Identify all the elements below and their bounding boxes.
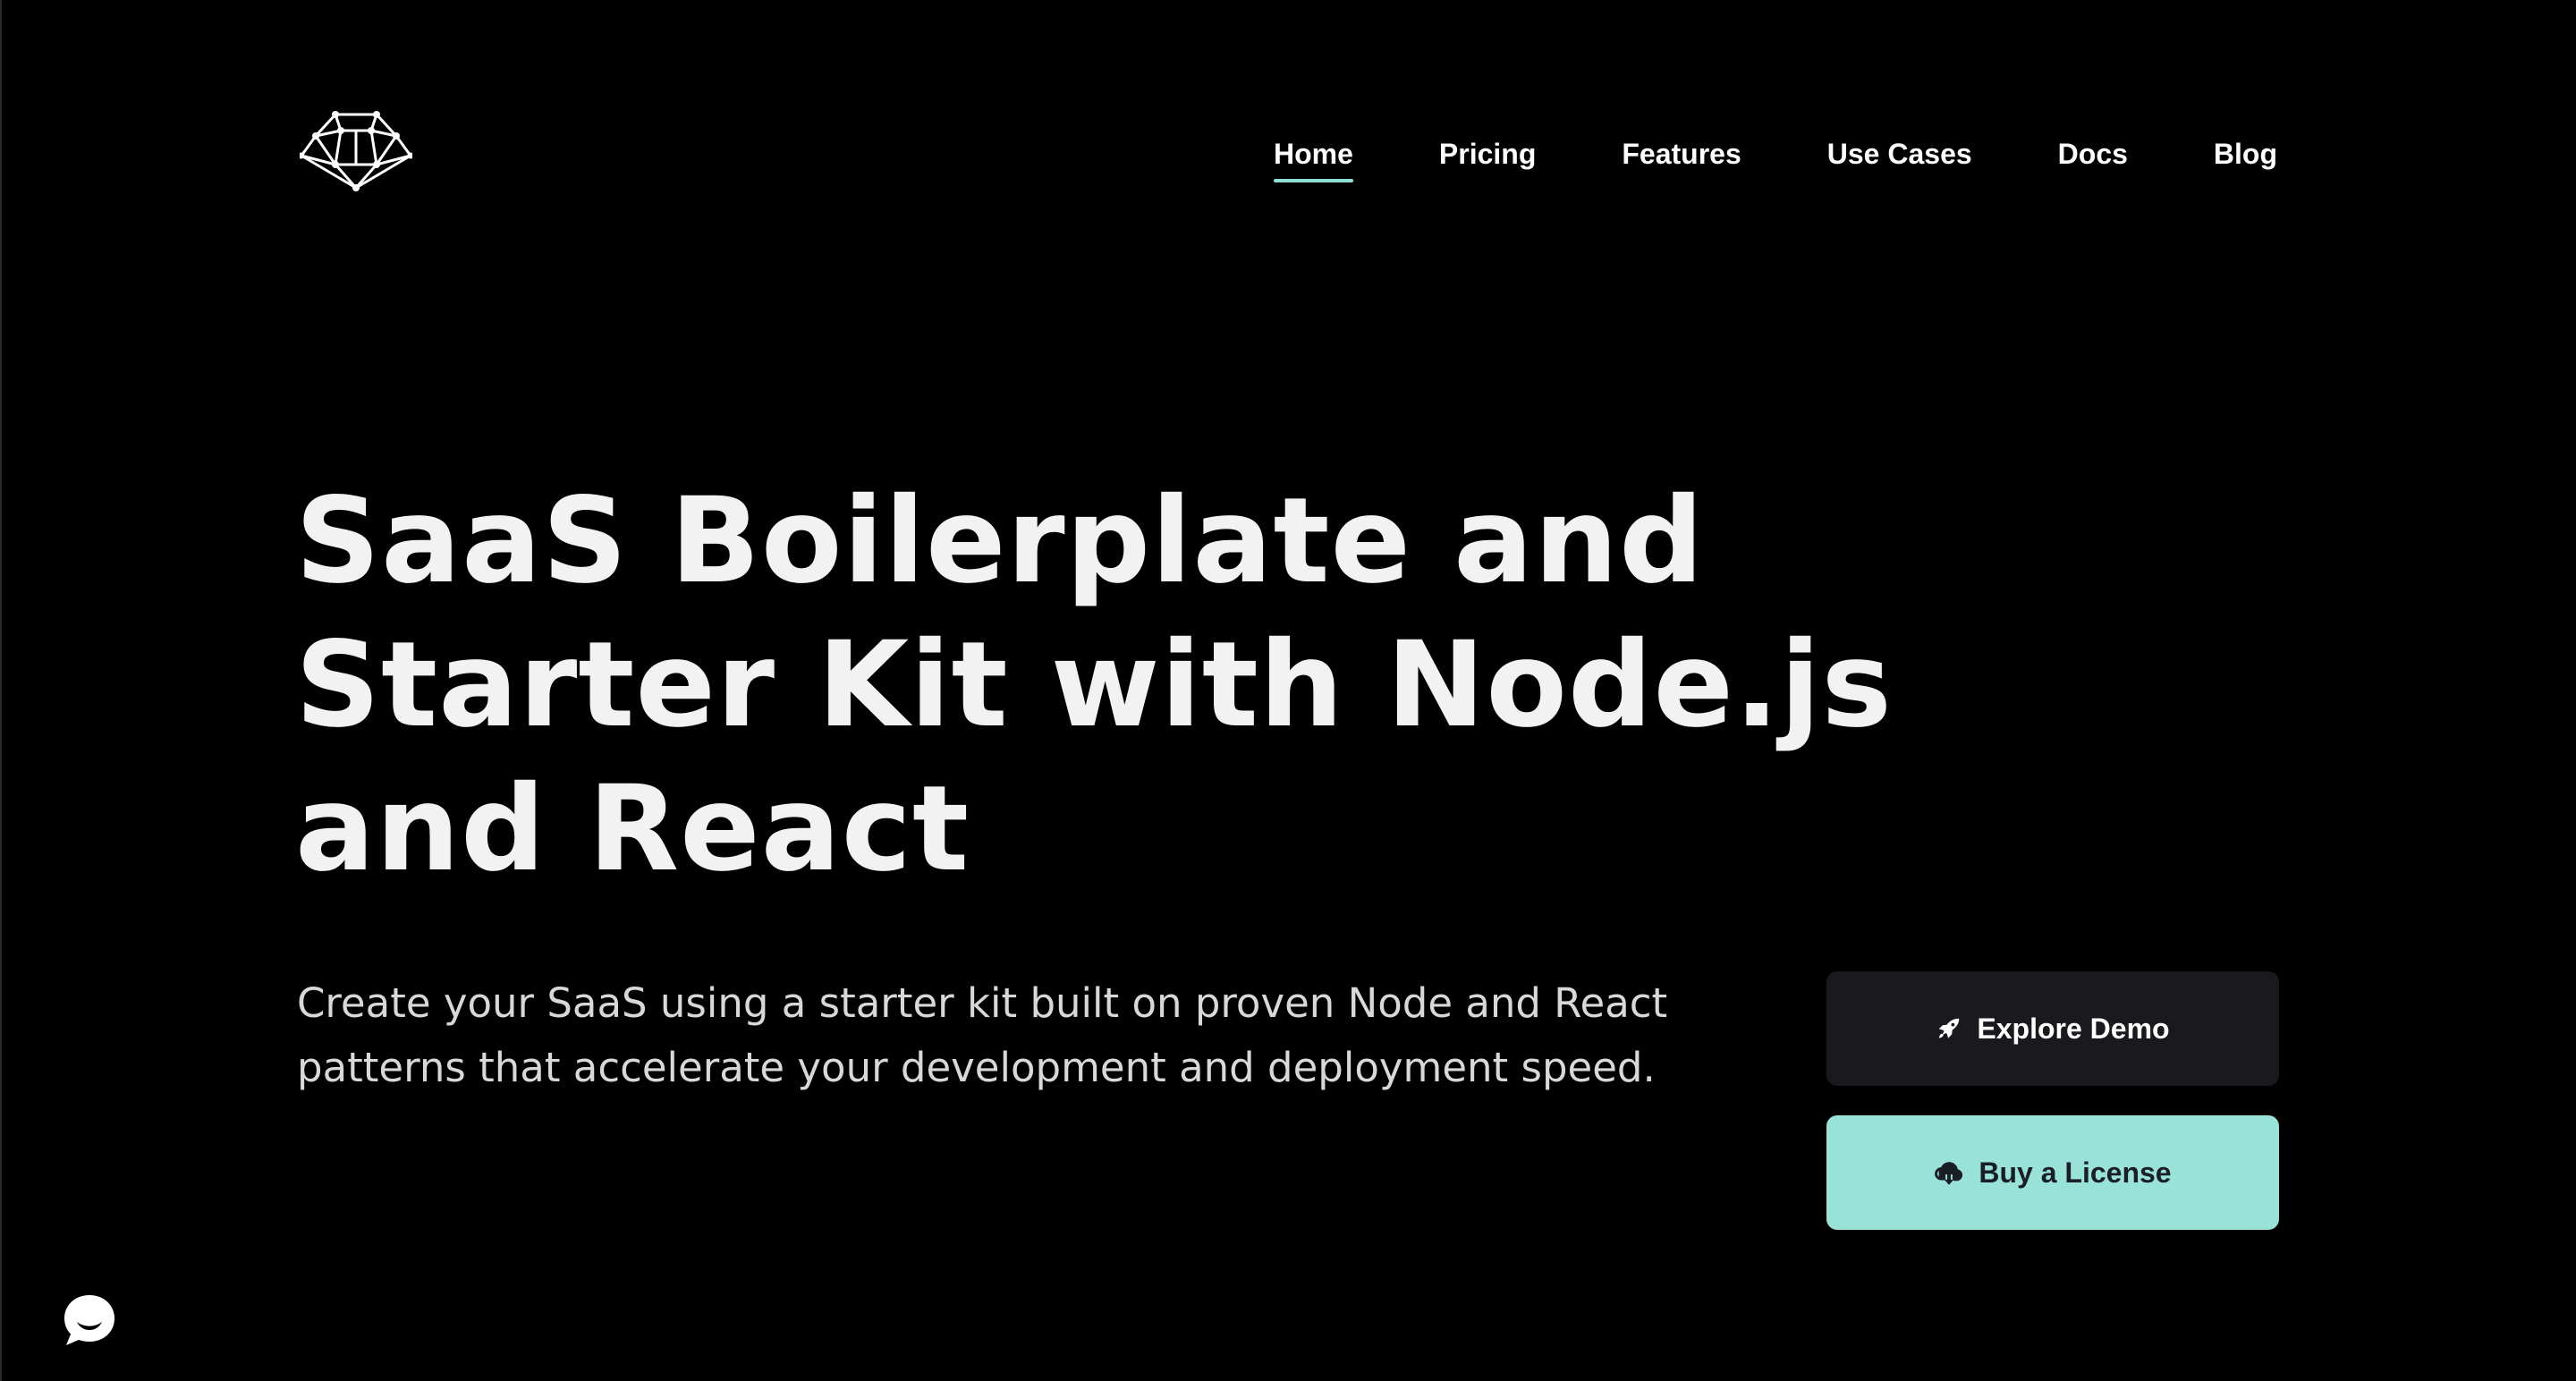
nav-use-cases[interactable]: Use Cases: [1827, 136, 1972, 172]
buy-license-label: Buy a License: [1979, 1156, 2172, 1189]
geodesic-dome-logo-icon: [298, 111, 414, 191]
nav-docs[interactable]: Docs: [2058, 136, 2128, 172]
chat-widget-button[interactable]: [61, 1292, 118, 1349]
logo-link[interactable]: [298, 109, 414, 191]
main-nav: Home Pricing Features Use Cases Docs Blo…: [1274, 136, 2277, 190]
buy-license-button[interactable]: Buy a License: [1826, 1115, 2279, 1230]
chat-bubble-icon: [64, 1295, 114, 1345]
hero-title: SaaS Boilerplate and Starter Kit with No…: [295, 470, 1893, 902]
hero-subtitle: Create your SaaS using a starter kit bui…: [297, 971, 1692, 1100]
explore-demo-button[interactable]: Explore Demo: [1826, 971, 2279, 1086]
hero-title-line: and React: [295, 760, 970, 898]
hero-title-line: SaaS Boilerplate and: [295, 472, 1705, 610]
cloud-download-icon: [1935, 1162, 1963, 1185]
nav-pricing[interactable]: Pricing: [1439, 136, 1536, 172]
hero-subtitle-line: patterns that accelerate your developmen…: [297, 1044, 1656, 1091]
rocket-icon: [1939, 1018, 1960, 1038]
nav-blog[interactable]: Blog: [2214, 136, 2277, 172]
hero-subtitle-line: Create your SaaS using a starter kit bui…: [297, 979, 1668, 1027]
explore-demo-label: Explore Demo: [1977, 1012, 2170, 1045]
nav-home[interactable]: Home: [1274, 136, 1353, 182]
nav-features[interactable]: Features: [1622, 136, 1741, 172]
hero-title-line: Starter Kit with Node.js: [295, 616, 1893, 754]
